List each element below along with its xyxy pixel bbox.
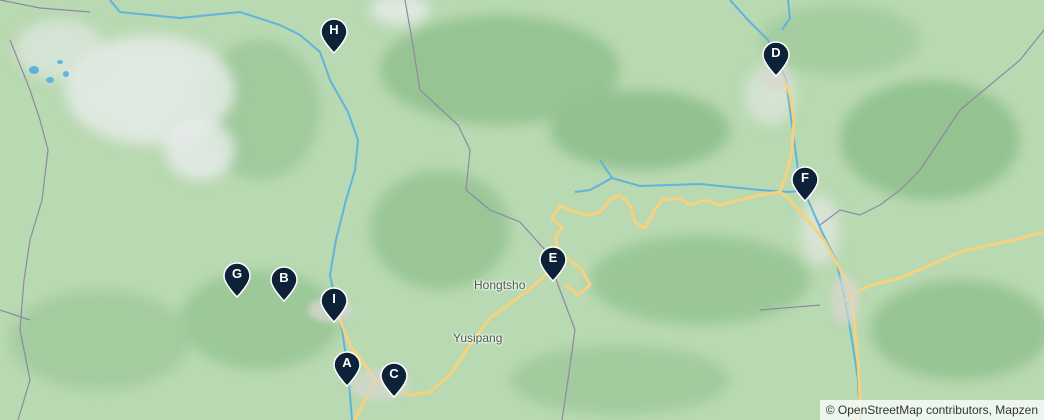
- marker-label: A: [342, 355, 352, 370]
- map-marker-a[interactable]: A: [333, 351, 361, 387]
- map-marker-h[interactable]: H: [320, 18, 348, 54]
- map-attribution[interactable]: © OpenStreetMap contributors, Mapzen: [819, 400, 1044, 420]
- map-marker-f[interactable]: F: [791, 166, 819, 202]
- map-marker-i[interactable]: I: [320, 287, 348, 323]
- map-marker-b[interactable]: B: [270, 266, 298, 302]
- marker-label: B: [279, 270, 289, 285]
- place-label-yusipang: Yusipang: [453, 331, 503, 345]
- marker-label: C: [389, 366, 399, 381]
- marker-label: E: [548, 250, 558, 265]
- map-canvas[interactable]: Hongtsho Yusipang A B C D E F G H I © Op…: [0, 0, 1044, 420]
- marker-label: D: [771, 45, 781, 60]
- map-base-layer: [0, 0, 1044, 420]
- map-marker-d[interactable]: D: [762, 41, 790, 77]
- map-marker-c[interactable]: C: [380, 362, 408, 398]
- map-marker-g[interactable]: G: [223, 262, 251, 298]
- marker-label: I: [332, 291, 336, 306]
- marker-label: F: [801, 170, 809, 185]
- place-label-hongtsho: Hongtsho: [474, 278, 526, 292]
- map-marker-e[interactable]: E: [539, 246, 567, 282]
- marker-label: H: [329, 22, 339, 37]
- marker-label: G: [231, 266, 243, 281]
